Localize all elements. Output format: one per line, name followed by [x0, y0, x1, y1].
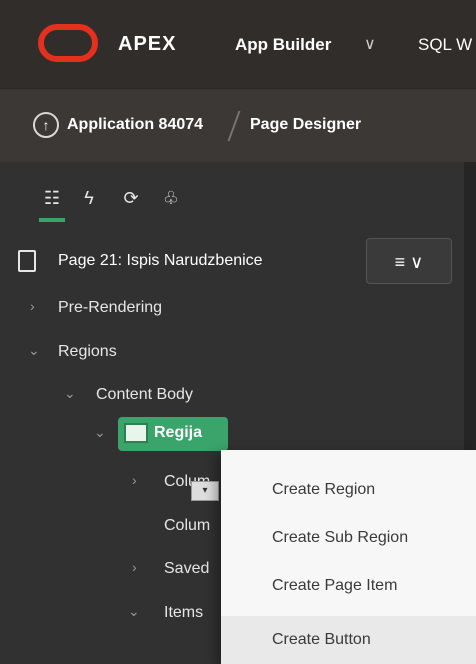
page-icon — [18, 250, 36, 272]
chevron-down-icon[interactable]: ⌄ — [128, 603, 140, 620]
tree-node-region-selected[interactable]: Regija — [118, 417, 228, 451]
tree-node-items[interactable]: Items — [164, 604, 203, 622]
region-label: Regija — [154, 424, 203, 441]
shared-components-icon[interactable]: ♧ — [160, 187, 182, 209]
context-menu: Create Region Create Sub Region Create P… — [221, 450, 476, 664]
breadcrumb-separator — [227, 111, 241, 141]
chevron-down-icon[interactable]: ∨ — [364, 34, 376, 54]
chevron-down-icon[interactable]: ⌄ — [64, 385, 76, 402]
active-tab-indicator — [39, 218, 65, 222]
dynamic-actions-icon[interactable]: ϟ — [78, 187, 100, 209]
tree-node-pre-rendering[interactable]: Pre-Rendering — [58, 299, 162, 317]
tree-node-columns-2[interactable]: Colum — [164, 517, 210, 535]
breadcrumb: ↑ Application 84074 Page Designer — [0, 88, 476, 163]
region-icon — [124, 423, 148, 443]
chevron-right-icon[interactable]: › — [132, 559, 137, 575]
oracle-logo-icon[interactable] — [38, 24, 98, 62]
sql-workshop-menu[interactable]: SQL W — [418, 35, 472, 55]
chevron-down-icon[interactable]: ⌄ — [28, 342, 40, 359]
tree-node-content-body[interactable]: Content Body — [96, 386, 193, 404]
processing-icon[interactable]: ⟳ — [120, 187, 142, 209]
menu-item-create-sub-region[interactable]: Create Sub Region — [221, 514, 476, 562]
tree-node-regions[interactable]: Regions — [58, 343, 117, 361]
breadcrumb-application[interactable]: Application 84074 — [67, 116, 203, 134]
page-title[interactable]: Page 21: Ispis Narudzbenice — [58, 252, 263, 270]
menu-item-create-region[interactable]: Create Region — [221, 466, 476, 514]
breadcrumb-current: Page Designer — [250, 116, 362, 133]
tree-node-saved[interactable]: Saved — [164, 560, 209, 578]
chevron-right-icon[interactable]: › — [132, 472, 137, 488]
menu-item-create-page-item[interactable]: Create Page Item — [221, 562, 476, 610]
arrow-up-icon[interactable]: ↑ — [33, 112, 59, 138]
app-builder-menu[interactable]: App Builder — [235, 35, 331, 55]
product-name[interactable]: APEX — [118, 33, 176, 56]
top-navigation-bar: APEX App Builder ∨ SQL W — [0, 0, 476, 88]
select-list-item-icon: ▾ — [191, 481, 219, 501]
rendering-tree-icon[interactable]: ☷ — [41, 187, 63, 209]
tree-menu-button[interactable]: ≡ ∨ — [366, 238, 452, 284]
menu-item-create-button[interactable]: Create Button — [221, 616, 476, 664]
chevron-right-icon[interactable]: › — [30, 298, 35, 314]
chevron-down-icon[interactable]: ⌄ — [94, 424, 106, 441]
